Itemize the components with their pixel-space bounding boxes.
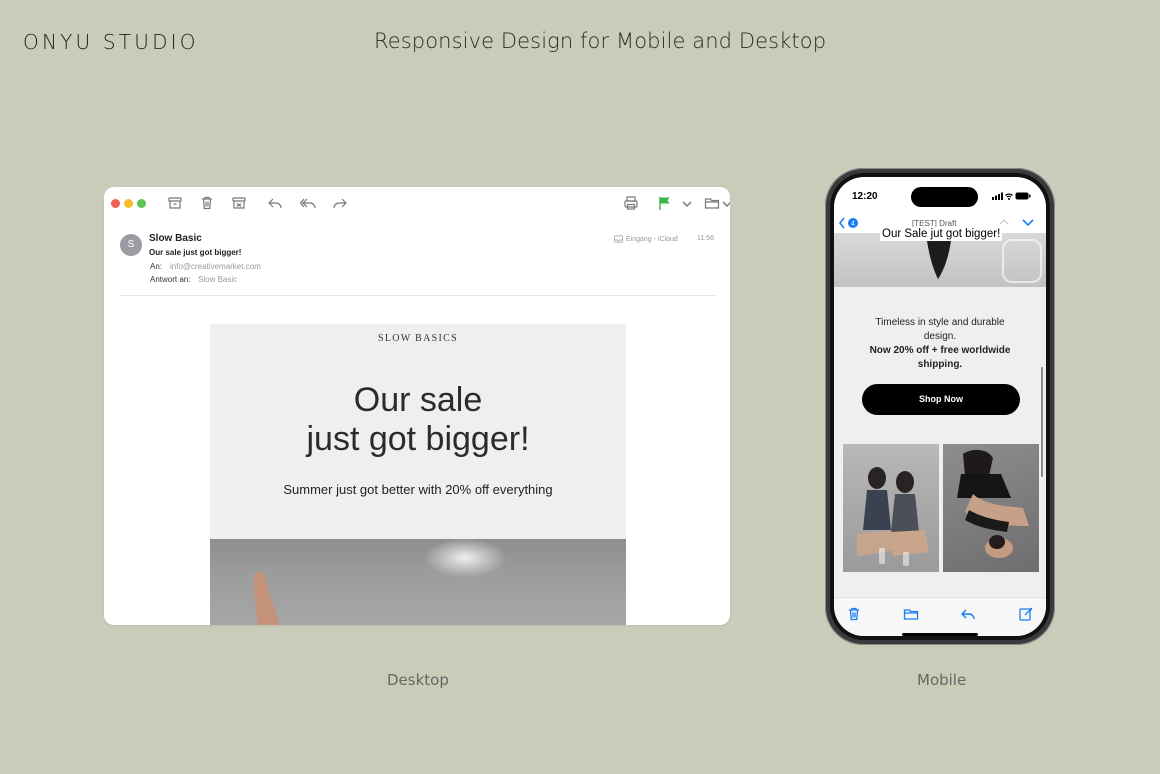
chevron-up-icon[interactable] <box>998 217 1010 227</box>
offer-line-1: Now 20% off + free worldwide <box>869 345 1011 356</box>
product-image-left[interactable] <box>843 444 939 572</box>
product-image-right[interactable] <box>943 444 1039 572</box>
back-chevron-icon[interactable]: 4 <box>838 216 862 230</box>
print-icon[interactable] <box>623 195 639 211</box>
junk-icon[interactable] <box>231 195 247 211</box>
sender-avatar: S <box>120 234 142 256</box>
body-line-2: design. <box>923 331 957 342</box>
folder-icon[interactable] <box>704 195 720 211</box>
chevron-down-icon[interactable] <box>679 195 692 211</box>
zoom-window-button[interactable] <box>137 199 146 208</box>
offer-line-2: shipping. <box>917 359 963 370</box>
mailbox-name: Eingang - iCloud <box>626 235 678 243</box>
mail-toolbar <box>104 187 730 219</box>
desktop-caption: Desktop <box>387 671 449 689</box>
compose-icon[interactable] <box>1018 606 1034 622</box>
flag-icon[interactable] <box>657 195 673 211</box>
scrollbar[interactable] <box>1041 367 1043 477</box>
page-headline: Responsive Design for Mobile and Desktop <box>374 29 827 53</box>
reply-to-label: Antwort an: <box>150 275 191 284</box>
mobile-hero-photo <box>834 233 1046 287</box>
header-divider <box>120 295 716 296</box>
reply-icon[interactable] <box>267 195 283 211</box>
email-subject: Our sale just got bigger! <box>149 248 242 257</box>
phone-screen: 12:20 4 [TEST] Draft Our Sale jut got bi… <box>834 177 1046 636</box>
mobile-subject: Our Sale jut got bigger! <box>880 227 1003 241</box>
chevron-down-icon[interactable] <box>1021 217 1035 229</box>
home-indicator[interactable] <box>902 633 978 636</box>
mobile-bottom-toolbar <box>834 597 1046 636</box>
email-brand: SLOW BASICS <box>378 333 458 344</box>
reply-icon[interactable] <box>960 606 976 622</box>
mailbox-info: Eingang - iCloud <box>614 235 678 243</box>
hero-subline: Summer just got better with 20% off ever… <box>283 482 553 497</box>
foot-image <box>254 572 280 625</box>
brand-logo: ONYU STUDIO <box>23 30 199 54</box>
trash-icon[interactable] <box>846 606 862 622</box>
folder-chevron-icon[interactable] <box>719 195 730 211</box>
phone-mockup: 12:20 4 [TEST] Draft Our Sale jut got bi… <box>825 168 1055 645</box>
email-hero-photo <box>210 539 626 625</box>
reply-to-address[interactable]: Slow Basic <box>198 275 237 284</box>
back-badge: 4 <box>851 221 855 228</box>
hero-title-line-1: Our sale <box>353 381 483 419</box>
mobile-caption: Mobile <box>917 671 967 689</box>
status-icons <box>992 191 1032 201</box>
dynamic-island <box>911 187 978 207</box>
to-address[interactable]: info@creativemarket.com <box>170 262 261 271</box>
body-line-1: Timeless in style and durable <box>875 317 1005 328</box>
to-label: An: <box>150 262 163 271</box>
desktop-mail-window: S Slow Basic Our sale just got bigger! A… <box>104 187 730 625</box>
shop-now-button[interactable]: Shop Now <box>862 384 1020 415</box>
trash-icon[interactable] <box>199 195 215 211</box>
inbox-icon <box>614 235 623 243</box>
archive-icon[interactable] <box>167 195 183 211</box>
email-hero: SLOW BASICS Our sale just got bigger! Su… <box>210 324 626 539</box>
sender-name: Slow Basic <box>149 233 202 244</box>
status-time: 12:20 <box>852 191 878 202</box>
folder-icon[interactable] <box>903 606 919 622</box>
minimize-window-button[interactable] <box>124 199 133 208</box>
reply-all-icon[interactable] <box>300 195 316 211</box>
email-time: 11:56 <box>697 235 714 242</box>
forward-icon[interactable] <box>332 195 348 211</box>
hero-title-line-2: just got bigger! <box>306 420 530 458</box>
close-window-button[interactable] <box>111 199 120 208</box>
